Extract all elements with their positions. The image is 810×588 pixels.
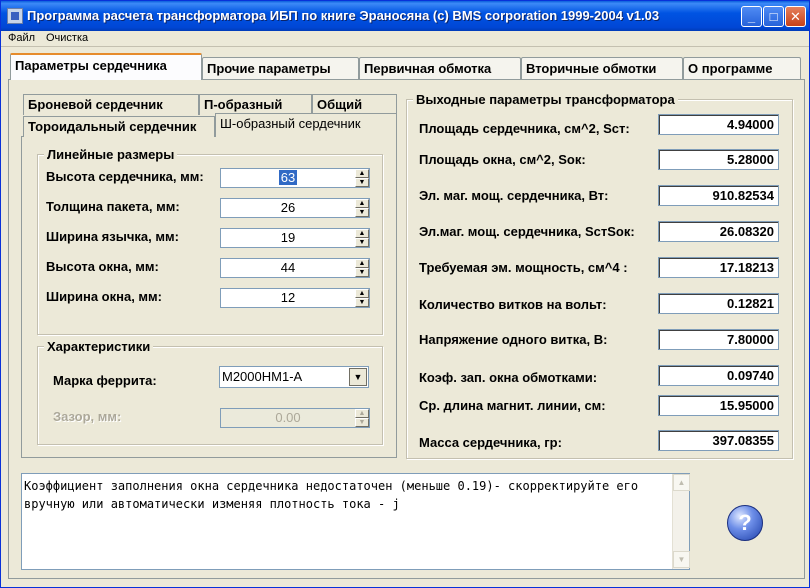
core-height-value[interactable]: 63 (278, 170, 298, 185)
dropdown-arrow-icon[interactable]: ▼ (349, 368, 367, 386)
title-bar[interactable]: Программа расчета трансформатора ИБП по … (1, 1, 809, 31)
spin-down-icon: ▼ (355, 418, 369, 427)
output-parameters-title: Выходные параметры трансформатора (413, 92, 678, 107)
spin-down-icon[interactable]: ▼ (355, 178, 369, 187)
close-button[interactable]: ✕ (785, 6, 806, 27)
output-value-turns-per-volt: 0.12821 (658, 293, 779, 314)
message-scrollbar[interactable]: ▲ ▼ (672, 474, 690, 569)
spin-down-icon[interactable]: ▼ (355, 208, 369, 217)
tongue-width-label: Ширина язычка, мм: (46, 229, 179, 244)
output-value-core-mass: 397.08355 (658, 430, 779, 451)
gap-spinner: 0.00 ▲ ▼ (220, 408, 370, 428)
ferrite-value: М2000НМ1-А (222, 369, 303, 384)
output-label: Напряжение одного витка, В: (419, 332, 608, 347)
tongue-width-value[interactable]: 19 (221, 230, 355, 245)
message-textarea[interactable]: Коэффициент заполнения окна сердечника н… (21, 473, 690, 570)
core-height-spinner[interactable]: 63 ▲ ▼ (220, 168, 370, 188)
output-label: Количество витков на вольт: (419, 297, 607, 312)
output-value-turn-voltage: 7.80000 (658, 329, 779, 350)
window-width-value[interactable]: 12 (221, 290, 355, 305)
output-label: Масса сердечника, гр: (419, 435, 562, 450)
output-label: Эл. маг. мощ. сердечника, Вт: (419, 188, 609, 203)
output-value-magnetic-path: 15.95000 (658, 395, 779, 416)
output-label: Требуемая эм. мощность, см^4 : (419, 260, 628, 275)
spin-up-icon: ▲ (355, 409, 369, 418)
gap-label: Зазор, мм: (53, 409, 122, 424)
spin-up-icon[interactable]: ▲ (355, 199, 369, 208)
spin-down-icon[interactable]: ▼ (355, 238, 369, 247)
subtab-e-shaped-core[interactable]: Ш-образный сердечник (215, 113, 397, 137)
output-label: Ср. длина магнит. линии, см: (419, 398, 606, 413)
app-window: Программа расчета трансформатора ИБП по … (0, 0, 810, 588)
output-value-window-area: 5.28000 (658, 149, 779, 170)
gap-value: 0.00 (275, 410, 301, 425)
ferrite-select[interactable]: М2000НМ1-А ▼ (219, 366, 369, 388)
window-width-spinner[interactable]: 12 ▲ ▼ (220, 288, 370, 308)
subtab-armored-core[interactable]: Броневой сердечник (23, 94, 199, 115)
characteristics-group: Характеристики (37, 339, 383, 445)
tab-primary-winding[interactable]: Первичная обмотка (359, 57, 521, 79)
subtab-toroidal-core[interactable]: Тороидальный сердечник (23, 116, 215, 137)
app-icon (7, 8, 23, 24)
output-label: Коэф. зап. окна обмотками: (419, 370, 598, 385)
output-label: Площадь сердечника, см^2, Sст: (419, 121, 630, 136)
tongue-width-spinner[interactable]: 19 ▲ ▼ (220, 228, 370, 248)
output-value-required-power: 17.18213 (658, 257, 779, 278)
menu-bar: Файл Очистка (1, 31, 809, 47)
ferrite-label: Марка феррита: (53, 373, 157, 388)
window-width-label: Ширина окна, мм: (46, 289, 162, 304)
window-title: Программа расчета трансформатора ИБП по … (27, 8, 660, 23)
tab-about[interactable]: О программе (683, 57, 801, 79)
minimize-button[interactable]: _ (741, 6, 762, 27)
output-label: Площадь окна, см^2, Sок: (419, 152, 586, 167)
maximize-button[interactable]: □ (763, 6, 784, 27)
window-height-spinner[interactable]: 44 ▲ ▼ (220, 258, 370, 278)
stack-thickness-value[interactable]: 26 (221, 200, 355, 215)
characteristics-title: Характеристики (44, 339, 154, 354)
output-label: Эл.маг. мощ. сердечника, SстSок: (419, 224, 635, 239)
output-value-em-power: 910.82534 (658, 185, 779, 206)
tab-secondary-windings[interactable]: Вторичные обмотки (521, 57, 683, 79)
output-value-em-power-product: 26.08320 (658, 221, 779, 242)
spin-up-icon[interactable]: ▲ (355, 169, 369, 178)
spin-down-icon[interactable]: ▼ (355, 268, 369, 277)
subtab-u-shaped[interactable]: П-образный (199, 94, 312, 115)
spin-up-icon[interactable]: ▲ (355, 289, 369, 298)
help-icon[interactable]: ? (727, 505, 763, 541)
tab-other-parameters[interactable]: Прочие параметры (202, 57, 359, 79)
stack-thickness-label: Толщина пакета, мм: (46, 199, 180, 214)
spin-up-icon[interactable]: ▲ (355, 229, 369, 238)
linear-dimensions-title: Линейные размеры (44, 147, 178, 162)
core-height-label: Высота сердечника, мм: (46, 169, 204, 184)
tab-core-parameters[interactable]: Параметры сердечника (10, 53, 202, 80)
window-height-label: Высота окна, мм: (46, 259, 159, 274)
spin-up-icon[interactable]: ▲ (355, 259, 369, 268)
menu-file[interactable]: Файл (8, 32, 35, 44)
scroll-down-icon[interactable]: ▼ (673, 551, 690, 568)
window-height-value[interactable]: 44 (221, 260, 355, 275)
output-value-fill-factor: 0.09740 (658, 365, 779, 386)
message-text: Коэффициент заполнения окна сердечника н… (24, 479, 639, 511)
spin-down-icon[interactable]: ▼ (355, 298, 369, 307)
subtab-general[interactable]: Общий (312, 94, 397, 115)
output-value-core-area: 4.94000 (658, 114, 779, 135)
stack-thickness-spinner[interactable]: 26 ▲ ▼ (220, 198, 370, 218)
menu-clear[interactable]: Очистка (46, 32, 88, 44)
scroll-up-icon[interactable]: ▲ (673, 474, 690, 491)
